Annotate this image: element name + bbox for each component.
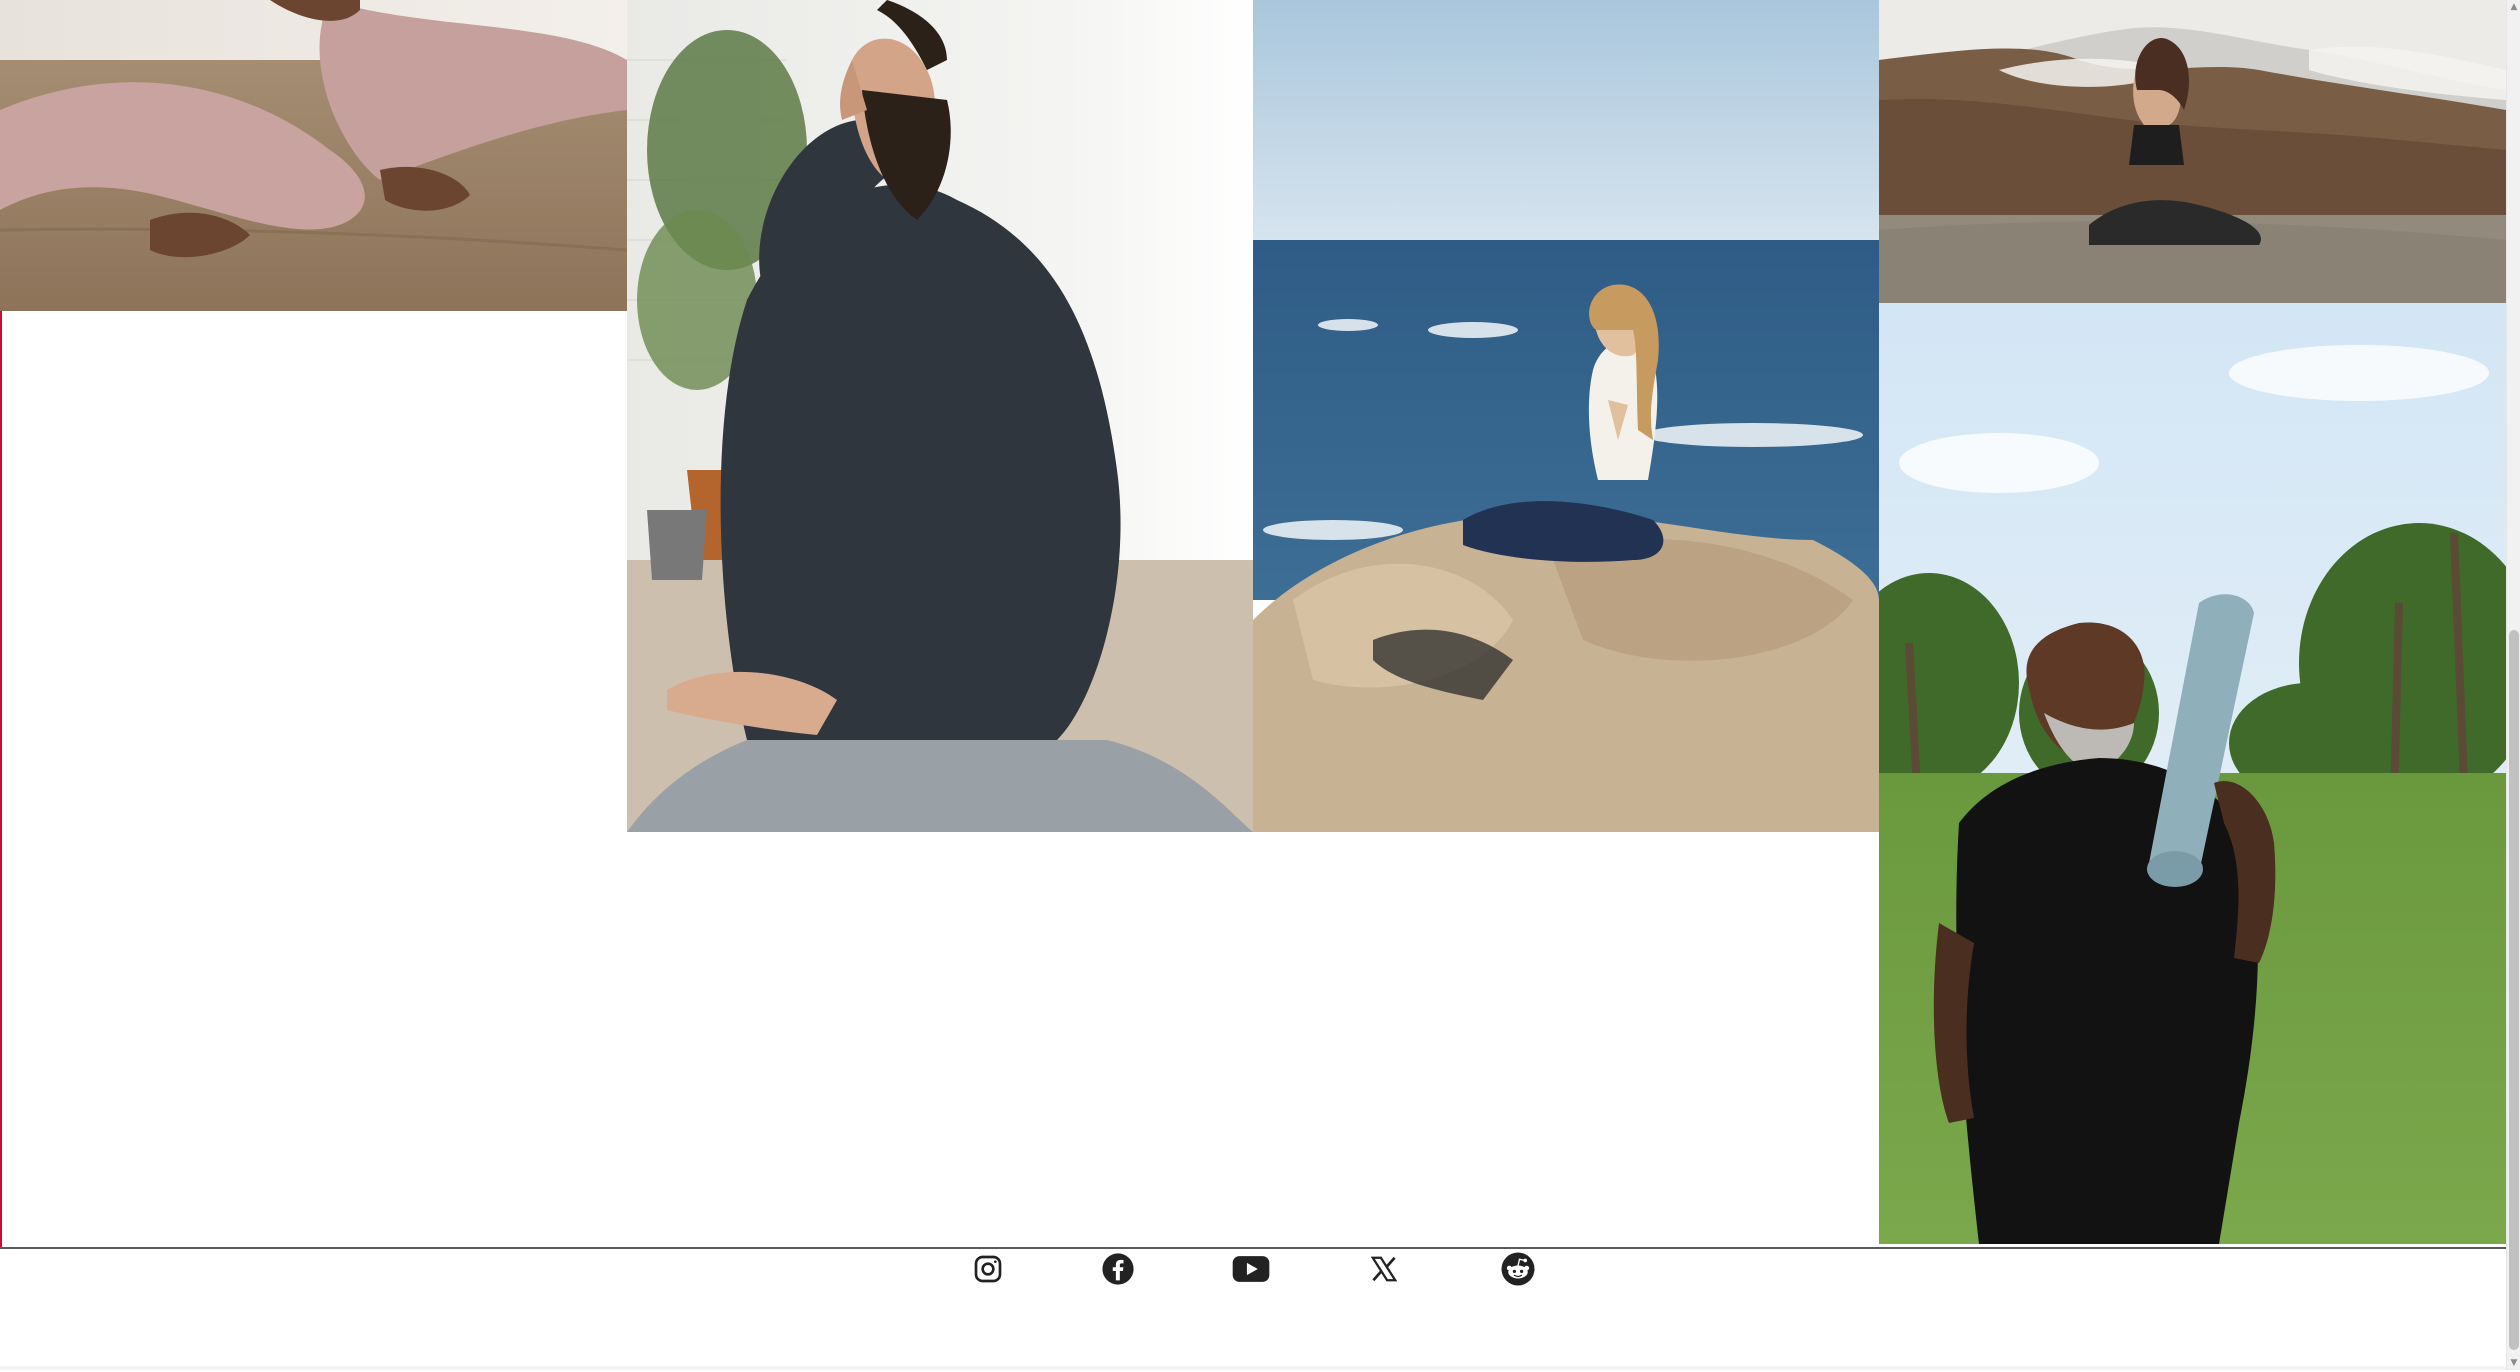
scrollbar-thumb[interactable] (2509, 630, 2519, 1350)
seated-woman-closeup-photo[interactable] (0, 0, 627, 311)
x-link[interactable] (1368, 1251, 1400, 1287)
scroll-down-arrow-icon[interactable]: ▼ (2507, 1356, 2520, 1370)
youtube-link[interactable] (1232, 1251, 1270, 1287)
youtube-icon (1232, 1256, 1270, 1282)
instagram-link[interactable] (972, 1251, 1004, 1287)
photo-gallery (0, 0, 2506, 1248)
x-icon (1370, 1256, 1398, 1282)
reddit-icon (1501, 1252, 1535, 1286)
woman-meditating-on-mountain-photo[interactable] (1879, 0, 2506, 303)
scroll-up-arrow-icon[interactable]: ▲ (2507, 0, 2520, 14)
facebook-icon (1102, 1253, 1134, 1285)
reddit-link[interactable] (1500, 1251, 1536, 1287)
man-with-yoga-mat-in-park-photo[interactable] (1879, 303, 2506, 1244)
facebook-link[interactable] (1101, 1251, 1135, 1287)
instagram-icon (974, 1255, 1002, 1283)
man-alternate-nostril-breathing-photo[interactable] (627, 0, 1253, 832)
horizontal-scroll-track (0, 1366, 2506, 1370)
woman-meditating-on-seaside-rocks-photo[interactable] (1253, 0, 1879, 832)
vertical-scrollbar[interactable]: ▲ ▼ (2506, 0, 2520, 1370)
